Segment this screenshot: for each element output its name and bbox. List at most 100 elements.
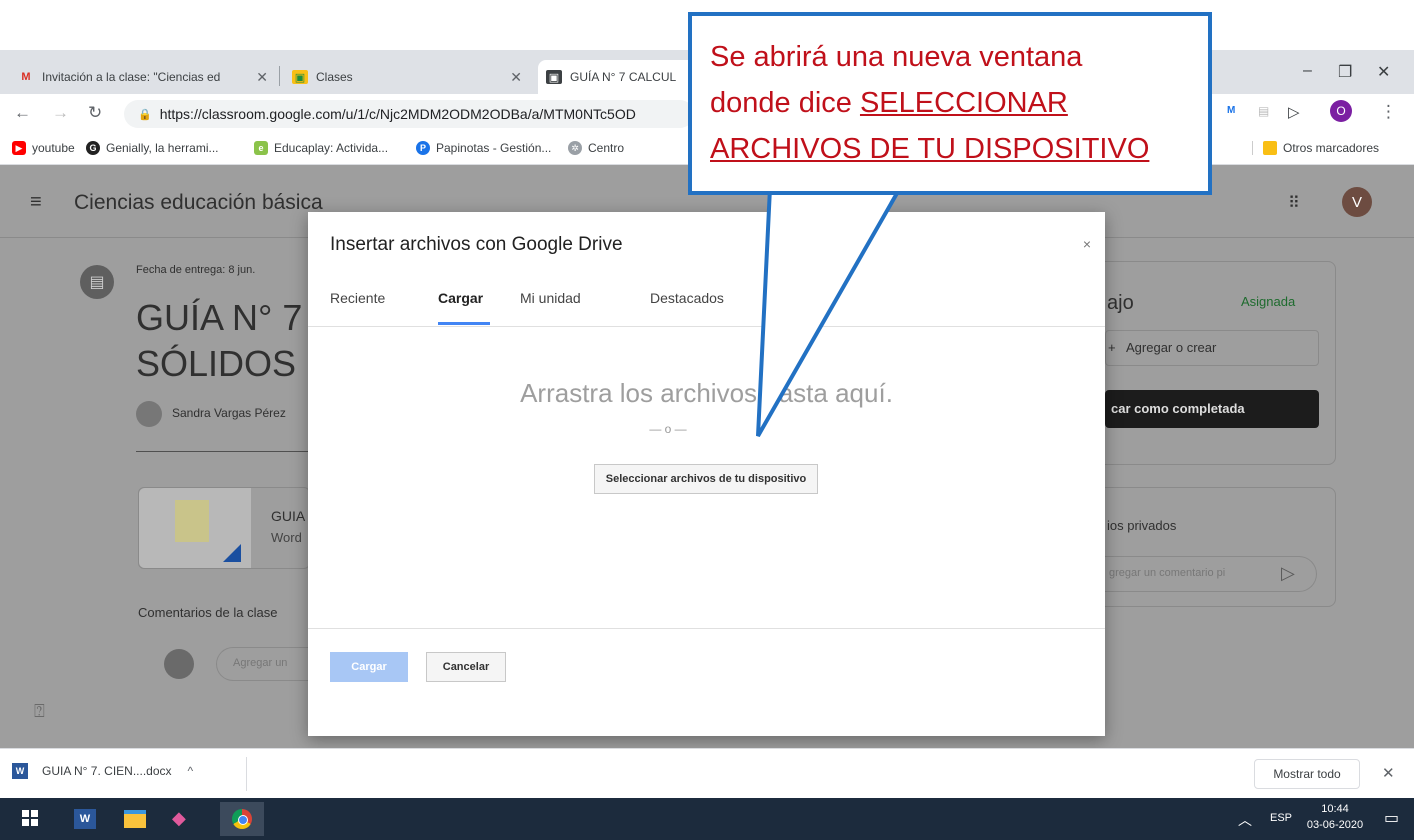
- genially-icon: G: [86, 141, 100, 155]
- url-field[interactable]: 🔒 https://classroom.google.com/u/1/c/Njc…: [124, 100, 694, 128]
- back-arrow-icon[interactable]: ←: [14, 103, 31, 123]
- menu-dots-icon[interactable]: ⋮: [1380, 102, 1397, 122]
- cancel-button[interactable]: Cancelar: [426, 652, 506, 682]
- tab-cargar[interactable]: Cargar: [438, 290, 483, 306]
- windows-start-icon[interactable]: [22, 810, 38, 826]
- tab-clases[interactable]: ▣ Clases ✕: [284, 60, 530, 94]
- footer-divider: [308, 628, 1105, 629]
- download-item[interactable]: W GUIA N° 7. CIEN....docx ^: [12, 763, 193, 779]
- help-icon[interactable]: ⍰: [34, 701, 45, 722]
- drive-picker-dialog: Insertar archivos con Google Drive × Rec…: [308, 212, 1105, 736]
- clock-date[interactable]: 03-06-2020: [1298, 819, 1372, 831]
- bookmark-papinotas[interactable]: P Papinotas - Gestión...: [416, 141, 551, 155]
- tab-guia-7[interactable]: ▣ GUÍA N° 7 CALCUL: [538, 60, 698, 94]
- apps-grid-icon[interactable]: ⠿: [1288, 193, 1300, 213]
- callout-line-1: Se abrirá una nueva ventana: [710, 41, 1083, 73]
- bookmark-label: Educaplay: Activida...: [274, 141, 389, 155]
- your-work-card: ajo Asignada + Agregar o crear car como …: [1090, 261, 1336, 465]
- centro-icon: ✲: [568, 141, 582, 155]
- select-files-button[interactable]: Seleccionar archivos de tu dispositivo: [594, 464, 818, 494]
- bookmark-otros[interactable]: Otros marcadores: [1252, 141, 1379, 155]
- papinotas-icon: P: [416, 141, 430, 155]
- forward-arrow-icon[interactable]: →: [52, 103, 69, 123]
- tab-gmail-invitation[interactable]: M Invitación a la clase: "Ciencias ed ✕: [10, 60, 276, 94]
- bookmark-label: Otros marcadores: [1283, 141, 1380, 155]
- private-comments-label: ios privados: [1107, 518, 1177, 533]
- bookmark-centro[interactable]: ✲ Centro: [568, 141, 624, 155]
- tab-label: Invitación a la clase: "Ciencias ed: [42, 70, 221, 84]
- send-icon[interactable]: ▷: [1281, 563, 1295, 584]
- bookmark-youtube[interactable]: ▶ youtube: [12, 141, 75, 155]
- mark-done-button[interactable]: car como completada: [1105, 390, 1319, 428]
- close-downloads-icon[interactable]: ✕: [1382, 764, 1395, 782]
- callout-pointer: [756, 186, 904, 437]
- clock-time[interactable]: 10:44: [1310, 803, 1360, 815]
- drop-zone-text: Arrastra los archivos hasta aquí.: [520, 378, 893, 408]
- class-title[interactable]: Ciencias educación básica: [74, 191, 323, 215]
- attachment-card[interactable]: GUIA Word: [138, 487, 310, 569]
- youtube-icon: ▶: [12, 141, 26, 155]
- close-icon[interactable]: ✕: [256, 69, 268, 86]
- instruction-callout: Se abrirá una nueva ventana donde dice S…: [688, 12, 1212, 195]
- tab-destacados[interactable]: Destacados: [650, 290, 724, 306]
- class-comment-input[interactable]: Agregar un: [216, 647, 308, 681]
- gmail-icon: M: [21, 71, 31, 83]
- assignment-title-2: SÓLIDOS R: [136, 343, 333, 384]
- notification-icon[interactable]: ▭: [1384, 808, 1399, 828]
- windows-taskbar: W ◆ ︿ ESP 10:44 03-06-2020 ▭: [0, 798, 1414, 840]
- folder-icon: [1263, 141, 1277, 155]
- callout-line-2: donde dice SELECCIONAR: [710, 87, 1068, 119]
- upload-button[interactable]: Cargar: [330, 652, 408, 682]
- chevron-up-icon[interactable]: ^: [188, 764, 194, 778]
- class-comments-label: Comentarios de la clase: [138, 605, 278, 620]
- private-comments-card: ios privados gregar un comentario pi ▷: [1090, 487, 1336, 607]
- tab-mi-unidad[interactable]: Mi unidad: [520, 290, 581, 306]
- close-icon[interactable]: ×: [1083, 236, 1091, 252]
- attachment-type: Word: [271, 530, 302, 545]
- tab-reciente[interactable]: Reciente: [330, 290, 385, 306]
- user-avatar[interactable]: V: [1342, 187, 1372, 217]
- bookmark-genially[interactable]: G Genially, la herrami...: [86, 141, 218, 155]
- divider: [136, 451, 308, 452]
- add-or-create-button[interactable]: + Agregar o crear: [1105, 330, 1319, 366]
- teacher-name: Sandra Vargas Pérez: [172, 406, 286, 420]
- cast-icon[interactable]: ▷: [1288, 103, 1300, 121]
- reload-icon[interactable]: ↻: [88, 103, 102, 123]
- callout-text: Se abrirá una nueva ventana donde dice S…: [710, 34, 1198, 172]
- url-text: https://classroom.google.com/u/1/c/Njc2M…: [159, 106, 636, 122]
- tab-label: GUÍA N° 7 CALCUL: [570, 70, 677, 84]
- download-file-name: GUIA N° 7. CIEN....docx: [42, 764, 172, 778]
- download-divider: [246, 757, 247, 791]
- word-file-icon: W: [12, 763, 28, 779]
- plus-icon: +: [1108, 340, 1116, 355]
- tab-label: Clases: [316, 70, 353, 84]
- attachment-name: GUIA: [271, 508, 306, 524]
- tray-chevron-icon[interactable]: ︿: [1238, 810, 1252, 830]
- word-app-icon[interactable]: W: [74, 809, 96, 829]
- close-icon[interactable]: ✕: [510, 69, 522, 86]
- minimize-icon[interactable]: –: [1303, 62, 1312, 80]
- classroom-icon: ▣: [546, 70, 562, 84]
- file-explorer-icon[interactable]: [124, 810, 146, 828]
- callout-highlight-2: ARCHIVOS DE TU DISPOSITIVO: [710, 133, 1150, 165]
- show-all-button[interactable]: Mostrar todo: [1254, 759, 1360, 789]
- extension-icon-2[interactable]: ▤: [1258, 104, 1269, 118]
- active-tab-indicator: [438, 322, 490, 325]
- tab-separator: [279, 66, 280, 86]
- bookmark-label: Papinotas - Gestión...: [436, 141, 552, 155]
- due-date: Fecha de entrega: 8 jun.: [136, 264, 256, 276]
- private-comment-input[interactable]: gregar un comentario pi ▷: [1105, 556, 1317, 592]
- bookmark-educaplay[interactable]: e Educaplay: Activida...: [254, 141, 388, 155]
- restore-icon[interactable]: ❐: [1338, 62, 1352, 82]
- chrome-app-icon[interactable]: [220, 802, 264, 836]
- status-badge: Asignada: [1241, 294, 1296, 309]
- bookmark-label: Centro: [588, 141, 625, 155]
- lock-icon: 🔒: [138, 108, 152, 121]
- callout-line-3: ARCHIVOS DE TU DISPOSITIVO: [710, 126, 1198, 172]
- hamburger-menu-icon[interactable]: ≡: [30, 191, 42, 214]
- paint-app-icon[interactable]: ◆: [172, 808, 186, 829]
- language-indicator[interactable]: ESP: [1270, 812, 1292, 824]
- window-close-icon[interactable]: ✕: [1377, 62, 1390, 82]
- profile-avatar[interactable]: O: [1330, 100, 1352, 122]
- extension-icon[interactable]: M: [1227, 105, 1235, 116]
